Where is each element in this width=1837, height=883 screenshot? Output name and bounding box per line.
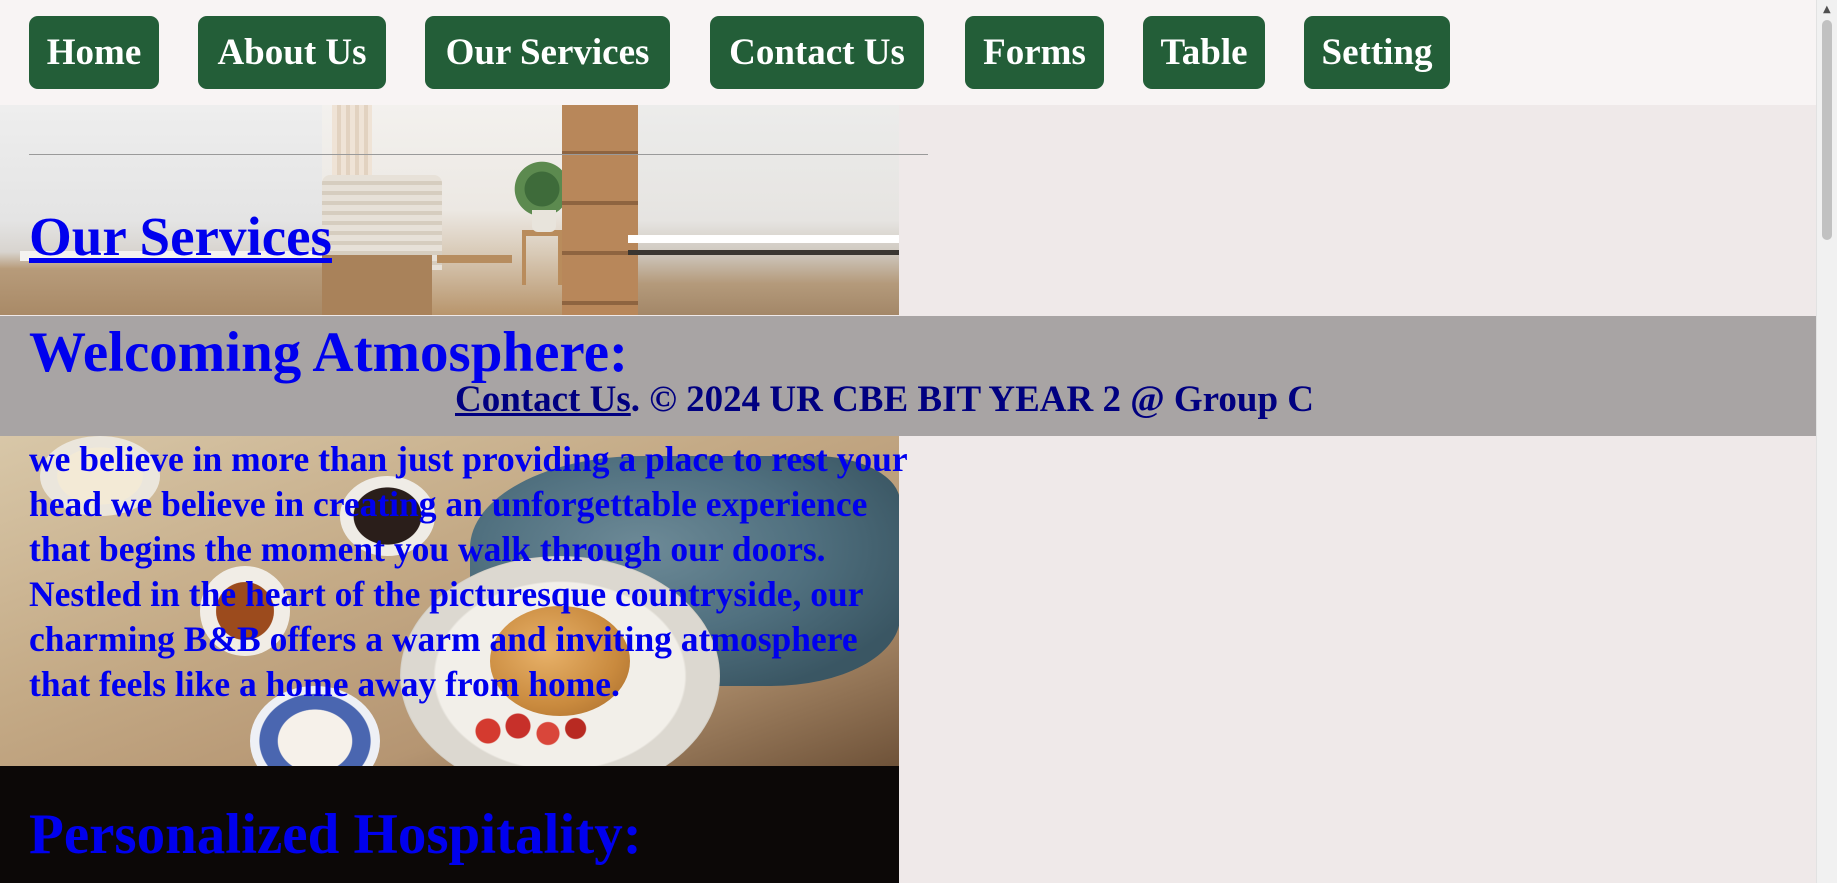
welcoming-atmosphere-heading: Welcoming Atmosphere:	[29, 321, 628, 384]
window-photo-right	[628, 105, 899, 315]
nav-forms-button[interactable]: Forms	[965, 16, 1104, 89]
nav-home-button[interactable]: Home	[29, 16, 159, 89]
nav-setting-button[interactable]: Setting	[1304, 16, 1450, 89]
bedroom-photo-center	[322, 105, 638, 315]
personalized-hospitality-heading: Personalized Hospitality:	[29, 803, 642, 866]
scroll-up-arrow-icon[interactable]: ▲	[1823, 4, 1831, 15]
nav-table-button[interactable]: Table	[1143, 16, 1265, 89]
welcome-paragraph: we believe in more than just providing a…	[29, 439, 907, 704]
footer-contact-us-link[interactable]: Contact Us	[455, 379, 631, 420]
nav-contact-us-button[interactable]: Contact Us	[710, 16, 924, 89]
top-navigation: Home About Us Our Services Contact Us Fo…	[0, 0, 1816, 105]
vertical-scrollbar[interactable]: ▲	[1816, 0, 1837, 883]
footer-copyright: . © 2024 UR CBE BIT YEAR 2 @ Group C	[630, 379, 1315, 420]
horizontal-rule	[29, 154, 928, 155]
nav-about-us-button[interactable]: About Us	[198, 16, 386, 89]
nav-our-services-button[interactable]: Our Services	[425, 16, 670, 89]
our-services-heading-link[interactable]: Our Services	[29, 205, 332, 268]
footer-text: Contact Us. © 2024 UR CBE BIT YEAR 2 @ G…	[455, 378, 1314, 421]
scrollbar-thumb[interactable]	[1822, 20, 1832, 240]
